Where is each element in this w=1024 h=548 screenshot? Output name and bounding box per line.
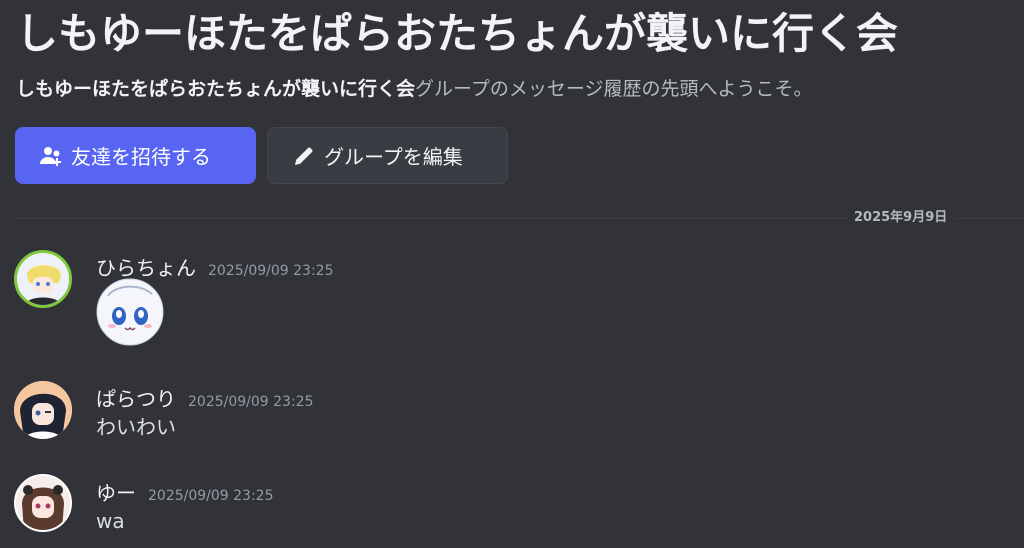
timestamp: 2025/09/09 23:25: [188, 394, 314, 410]
avatar[interactable]: [14, 250, 72, 308]
username[interactable]: ぱらつり: [96, 383, 176, 412]
edit-group-label: グループを編集: [324, 145, 463, 169]
welcome-subtitle: しもゆーほたをぱらおたちょんが襲いに行く会グループのメッセージ履歴の先頭へようこ…: [16, 74, 813, 104]
welcome-text: グループのメッセージ履歴の先頭へようこそ。: [415, 78, 813, 100]
message-header: ひらちょん 2025/09/09 23:25: [96, 252, 334, 281]
message-header: ぱらつり 2025/09/09 23:25: [96, 383, 314, 412]
invite-friends-label: 友達を招待する: [71, 145, 211, 169]
action-buttons: 友達を招待する グループを編集: [15, 127, 508, 184]
edit-group-button[interactable]: グループを編集: [267, 127, 508, 184]
invite-friends-button[interactable]: 友達を招待する: [15, 127, 256, 184]
username[interactable]: ひらちょん: [96, 252, 196, 281]
pencil-icon: [292, 144, 316, 168]
avatar[interactable]: [14, 474, 72, 532]
message-text: わいわい: [96, 415, 176, 439]
date-divider-label: 2025年9月9日: [846, 208, 956, 228]
add-friend-icon: [39, 144, 63, 168]
timestamp: 2025/09/09 23:25: [148, 488, 274, 504]
sticker-image[interactable]: [96, 278, 164, 346]
timestamp: 2025/09/09 23:25: [208, 263, 334, 279]
message-text: wa: [96, 509, 125, 533]
username[interactable]: ゆー: [96, 477, 136, 506]
avatar[interactable]: [14, 381, 72, 439]
chat-page: しもゆーほたをぱらおたちょんが襲いに行く会 しもゆーほたをぱらおたちょんが襲いに…: [0, 0, 1024, 548]
group-name: しもゆーほたをぱらおたちょんが襲いに行く会: [16, 78, 416, 100]
message-header: ゆー 2025/09/09 23:25: [96, 477, 274, 506]
page-title: しもゆーほたをぱらおたちょんが襲いに行く会: [16, 9, 899, 58]
